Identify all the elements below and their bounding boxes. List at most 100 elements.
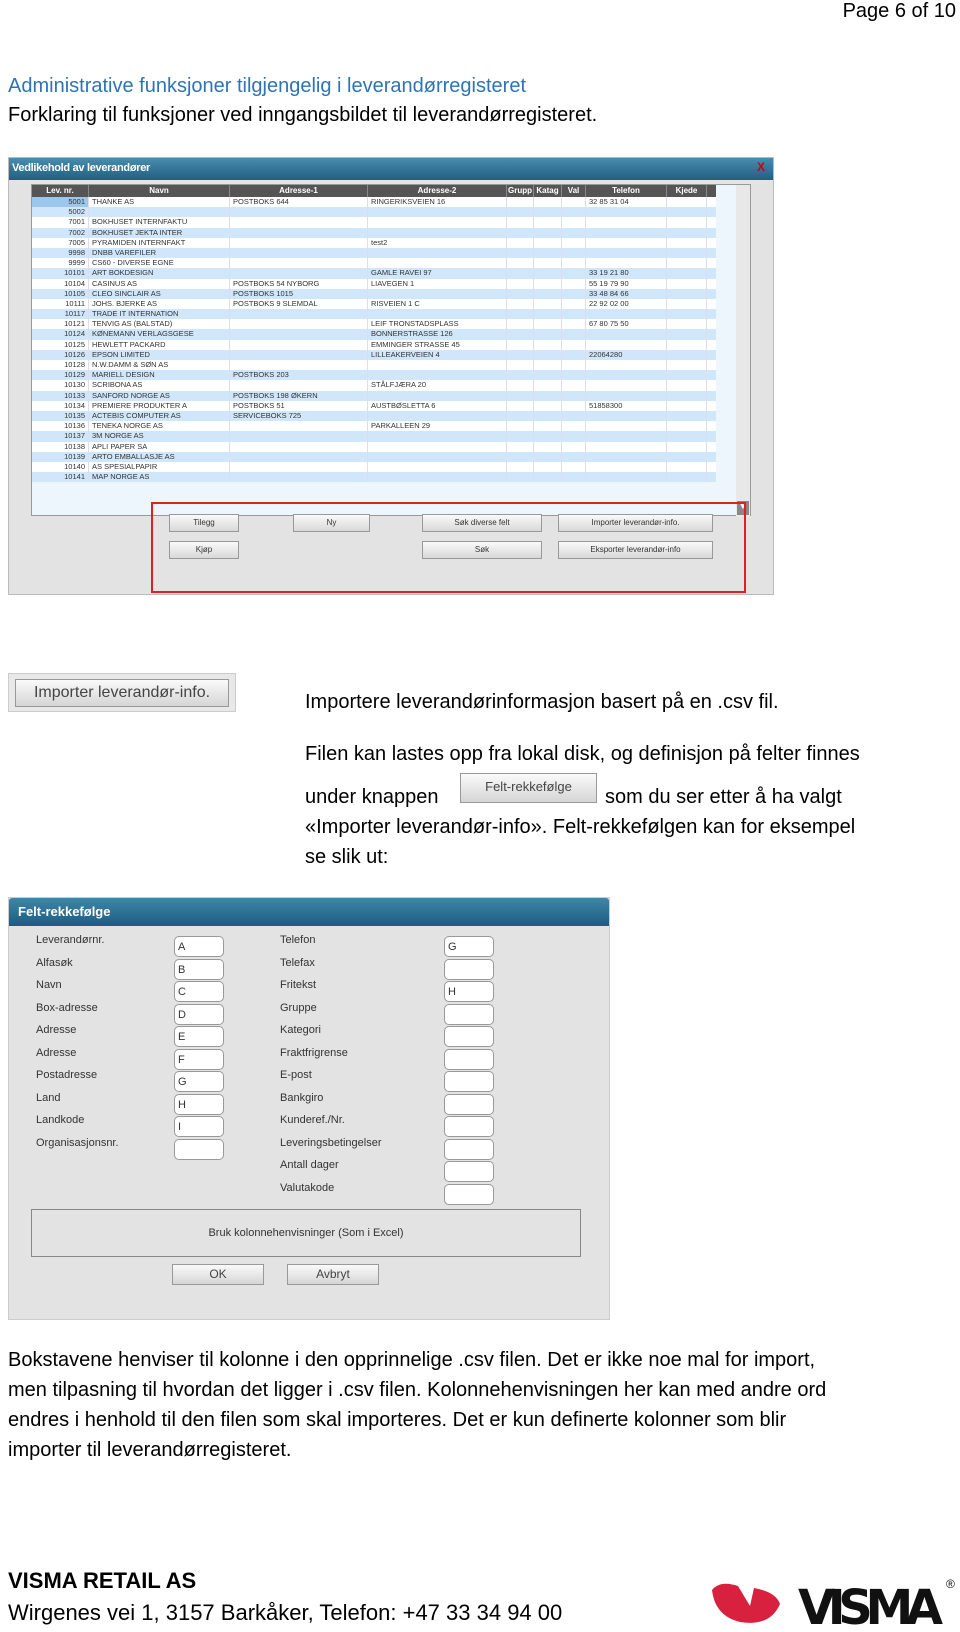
column-letter-input[interactable]: E [174,1026,224,1047]
table-cell [586,441,667,452]
felt-rekkefolge-button[interactable]: Felt-rekkefølge [460,773,597,803]
column-letter-input[interactable] [444,1093,494,1115]
column-reference-checkbox[interactable]: Bruk kolonnehenvisninger (Som i Excel) [31,1209,581,1257]
table-cell [562,339,586,350]
eksporter-button[interactable]: Eksporter leverandør-info [558,541,713,559]
table-row[interactable]: 10101 ART BOKDESIGN GAMLE RAVEI 97 33 19 21… [32,268,716,279]
column-header[interactable]: Adresse-1 [230,185,368,197]
table-cell [667,217,707,228]
table-row[interactable]: 9999 CS60 - DIVERSE EGNE [32,258,716,269]
column-header[interactable]: Katag [534,185,562,197]
import-button[interactable]: Importer leverandør-info. [15,679,229,707]
table-row[interactable]: 10136 TENEKA NORGE AS PARKALLEEN 29 [32,421,716,432]
table-row[interactable]: 7001 BOKHUSET INTERNFAKTU [32,217,716,228]
table-row[interactable]: 7005 PYRAMIDEN INTERNFAKT test2 [32,237,716,248]
tilegg-button[interactable]: Tilegg [169,514,239,532]
table-cell [507,349,534,360]
column-letter-input[interactable] [444,958,494,980]
table-row[interactable]: 10138 APLI PAPER SA [32,441,716,452]
column-letter-input[interactable] [444,1048,494,1070]
column-header[interactable]: Lev. nr. [32,185,89,197]
column-letter-input[interactable]: C [174,981,224,1002]
table-row[interactable]: 7002 BOKHUSET JEKTA INTER [32,227,716,238]
column-header[interactable]: Telefon [586,185,667,197]
column-letter-input[interactable] [444,1183,494,1205]
column-letter-input[interactable]: I [174,1116,224,1137]
scrollbar[interactable]: ▼ [736,185,750,517]
table-row[interactable]: 10105 CLEO SINCLAIR AS POSTBOKS 1015 33 48 … [32,288,716,299]
table-cell [368,288,507,299]
column-header[interactable]: Grupp [507,185,534,197]
column-letter-input[interactable]: G [444,936,494,957]
table-row[interactable]: 10134 PREMIERE PRODUKTER A POSTBOKS 51 AUST… [32,400,716,411]
table-cell [534,217,562,228]
column-letter-input[interactable]: F [174,1048,224,1070]
table-row[interactable]: 10137 3M NORGE AS [32,431,716,442]
table-row[interactable]: 9998 DNBB VAREFILER [32,247,716,259]
column-header[interactable]: Adresse-2 [368,185,507,197]
column-header[interactable]: Val [562,185,586,197]
table-row[interactable]: 10124 KØNEMANN VERLAGSGESE BONNERSTRASSE 1… [32,329,716,340]
column-letter-input[interactable]: A [174,936,224,957]
column-header[interactable]: Navn [89,185,230,197]
ok-button[interactable]: OK [172,1264,264,1285]
table-row[interactable]: 10133 SANFORD NORGE AS POSTBOKS 198 ØKERN [32,390,716,401]
table-cell [562,421,586,432]
column-header[interactable]: Kjede [667,185,707,197]
close-icon[interactable]: X [757,160,765,174]
table-cell [230,227,368,238]
table-row[interactable]: 10126 EPSON LIMITED LILLEAKERVEIEN 4 220642… [32,349,716,360]
column-letter-input[interactable]: G [174,1071,224,1092]
table-row[interactable]: 10128 N.W.DAMM & SØN AS [32,360,716,371]
table-row[interactable]: 10140 AS SPESIALPAPIR [32,461,716,473]
table-row[interactable]: 10104 CASINUS AS POSTBOKS 54 NYBORG LIAVEGE… [32,278,716,289]
table-cell [368,309,507,320]
table-row[interactable]: 10130 SCRIBONA AS STÅLFJÆRA 20 [32,380,716,391]
column-letter-input[interactable] [444,1003,494,1025]
kjop-button[interactable]: Kjøp [169,541,239,559]
import-text: «Importer leverandør-info». Felt-rekkefø… [305,816,856,838]
table-row[interactable]: 10125 HEWLETT PACKARD EMMINGER STRASSE 45 [32,339,716,350]
table-row[interactable]: 5001 THANKE AS POSTBOKS 644 RINGERIKSVEIEN … [32,197,716,208]
table-row[interactable]: 10111 JOHS. BJERKE AS POSTBOKS 9 SLEMDAL RI… [32,298,716,310]
table-row[interactable]: 10141 MAP NORGE AS [32,472,716,483]
table-cell [230,441,368,452]
table-cell: POSTBOKS 203 [230,370,368,381]
table-cell [562,207,586,218]
table-cell [507,400,534,411]
importer-button[interactable]: Importer leverandør-info. [558,514,713,532]
column-letter-input[interactable] [444,1026,494,1047]
table-cell: TENEKA NORGE AS [89,421,230,432]
table-cell [534,400,562,411]
table-row[interactable]: 10121 TENVIG AS (BALSTAD) LEIF TRONSTADSPL… [32,319,716,330]
sok-diverse-felt-button[interactable]: Søk diverse felt [422,514,542,532]
table-row[interactable]: 10117 TRADE IT INTERNATION [32,309,716,320]
field-label: Navn [36,979,62,991]
column-letter-input[interactable]: H [174,1093,224,1115]
column-letter-input[interactable] [444,1138,494,1160]
table-row[interactable]: 10135 ACTEBIS COMPUTER AS SERVICEBOKS 725 [32,410,716,422]
supplier-table: Lev. nr. Navn Adresse-1 Adresse-2 Grupp Katag… [31,184,751,517]
table-cell [230,421,368,432]
column-letter-input[interactable] [444,1071,494,1092]
table-cell [667,441,707,452]
ny-button[interactable]: Ny [293,514,370,532]
sok-button[interactable]: Søk [422,541,542,559]
table-row[interactable]: 10139 ARTO EMBALLASJE AS [32,451,716,462]
column-letter-input[interactable]: D [174,1003,224,1025]
table-row[interactable]: 5002 [32,207,716,218]
cancel-button[interactable]: Avbryt [287,1264,379,1285]
highlight-box: Tilegg Ny Søk diverse felt Importer leve… [151,502,746,593]
column-letter-input[interactable] [174,1138,224,1160]
column-letter-input[interactable] [444,1161,494,1182]
table-cell [534,472,562,483]
column-letter-input[interactable]: H [444,981,494,1002]
column-letter-input[interactable] [444,1116,494,1137]
table-cell [230,319,368,330]
table-row[interactable]: 10129 MARIELL DESIGN POSTBOKS 203 [32,370,716,381]
table-cell: ACTEBIS COMPUTER AS [89,410,230,422]
column-letter-input[interactable]: B [174,958,224,980]
import-text: som du ser etter å ha valgt [605,786,842,808]
table-cell [230,207,368,218]
table-cell: CLEO SINCLAIR AS [89,288,230,299]
